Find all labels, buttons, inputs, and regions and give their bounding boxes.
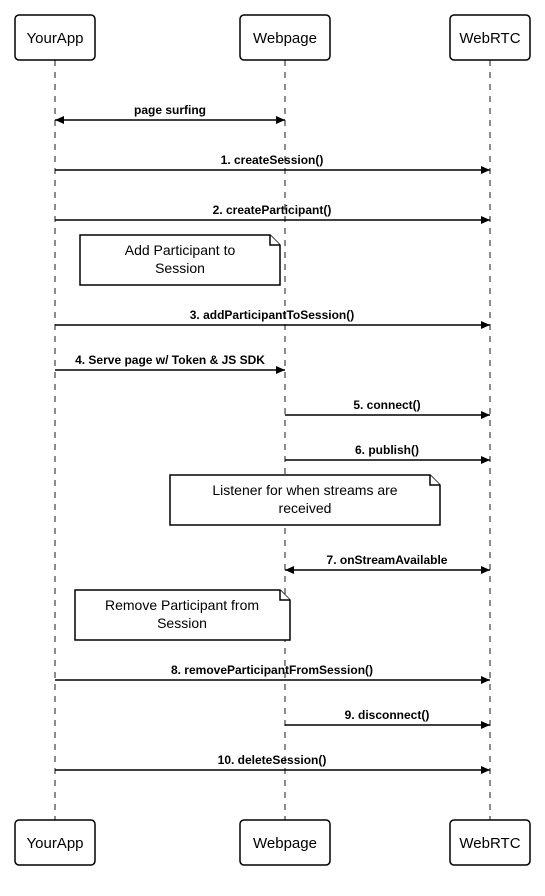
- svg-text:Remove Participant from: Remove Participant from: [105, 597, 259, 613]
- actor-webrtc-top-label: WebRTC: [459, 30, 520, 47]
- svg-text:Add Participant to: Add Participant to: [125, 242, 236, 258]
- message-publish-label: 6. publish(): [355, 443, 419, 457]
- message-serve-page-label: 4. Serve page w/ Token & JS SDK: [75, 353, 265, 367]
- message-deletesession-label: 10. deleteSession(): [218, 753, 327, 767]
- message-removeparticipantfromsession-label: 8. removeParticipantFromSession(): [171, 663, 373, 677]
- message-onstreamavailable-label: 7. onStreamAvailable: [327, 553, 448, 567]
- message-addparticipanttosession-label: 3. addParticipantToSession(): [190, 308, 354, 322]
- actor-yourapp-top-label: YourApp: [27, 30, 84, 47]
- svg-text:Session: Session: [155, 260, 205, 276]
- actor-webrtc-bottom-label: WebRTC: [459, 835, 520, 852]
- svg-text:Listener for when streams are: Listener for when streams are: [212, 482, 397, 498]
- svg-text:received: received: [279, 500, 332, 516]
- note-listener-streams: Listener for when streams are received: [170, 475, 440, 525]
- note-remove-participant: Remove Participant from Session: [75, 590, 290, 640]
- message-page-surfing-label: page surfing: [134, 103, 206, 117]
- svg-text:Session: Session: [157, 615, 207, 631]
- actor-webpage-top-label: Webpage: [253, 30, 317, 47]
- message-disconnect-label: 9. disconnect(): [345, 708, 430, 722]
- message-createparticipant-label: 2. createParticipant(): [213, 203, 332, 217]
- message-createsession-label: 1. createSession(): [221, 153, 324, 167]
- actor-yourapp-bottom-label: YourApp: [27, 835, 84, 852]
- message-connect-label: 5. connect(): [353, 398, 420, 412]
- actor-webpage-bottom-label: Webpage: [253, 835, 317, 852]
- note-add-participant: Add Participant to Session: [80, 235, 280, 285]
